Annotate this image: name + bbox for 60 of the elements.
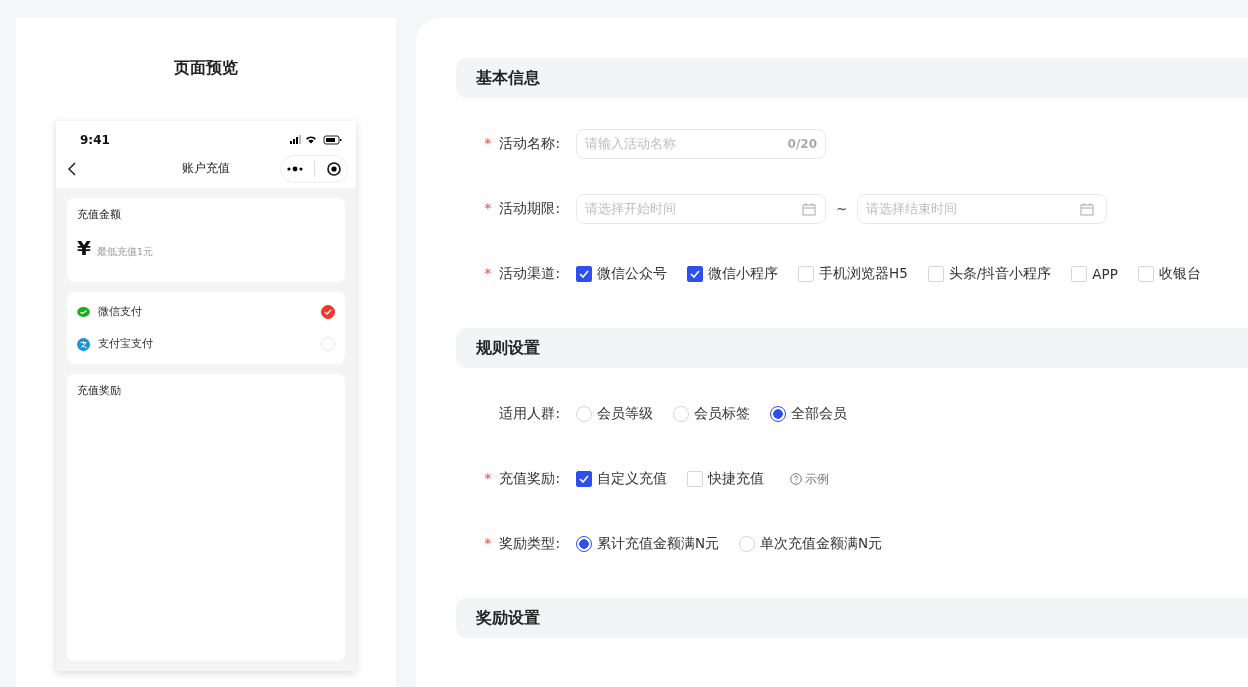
check-icon — [324, 309, 332, 315]
field-label: 活动期限: — [499, 200, 560, 216]
radio-button[interactable] — [576, 536, 592, 552]
chat-bubble-icon — [77, 305, 90, 319]
check-icon — [579, 270, 589, 278]
checkbox[interactable] — [576, 471, 592, 487]
payment-logo-icon — [77, 337, 90, 351]
option-label: APP — [1092, 266, 1118, 282]
checkbox[interactable] — [687, 266, 703, 282]
option-label: 微信小程序 — [708, 265, 778, 283]
example-link[interactable]: 示例 — [805, 470, 829, 488]
back-icon[interactable] — [68, 161, 76, 176]
option-label: 单次充值金额满N元 — [760, 535, 883, 553]
more-icon[interactable] — [286, 165, 303, 172]
option-label: 微信公众号 — [597, 265, 667, 283]
required-asterisk: * — [484, 200, 492, 216]
preview-title: 页面预览 — [174, 58, 238, 79]
section-header: 基本信息 — [456, 58, 1248, 98]
field-label: 适用人群: — [499, 405, 560, 421]
payment-radio[interactable] — [321, 305, 335, 319]
checkbox[interactable] — [576, 266, 592, 282]
status-icons — [290, 135, 344, 145]
field-label: 活动渠道: — [499, 265, 560, 281]
option-label: 会员标签 — [694, 405, 750, 423]
range-separator: ~ — [836, 201, 848, 217]
status-time: 9:41 — [80, 133, 110, 147]
payment-option: 微信支付 — [98, 305, 142, 319]
radio-button[interactable] — [770, 406, 786, 422]
option-label: 手机浏览器H5 — [819, 265, 908, 283]
amount-field[interactable]: 最低充值1元 — [96, 246, 153, 259]
card-title: 充值金额 — [77, 208, 122, 222]
section-header: 规则设置 — [456, 328, 1248, 368]
option-label: 收银台 — [1158, 265, 1201, 283]
required-asterisk: * — [484, 535, 492, 551]
required-asterisk: * — [484, 135, 492, 151]
currency-symbol: ¥ — [77, 236, 91, 260]
page-title: 账户充值 — [182, 160, 230, 177]
payment-option: 支付宝支付 — [98, 337, 153, 351]
option-label: 头条/抖音小程序 — [948, 265, 1052, 283]
option-label: 快捷充值 — [708, 470, 764, 488]
required-asterisk: * — [484, 470, 492, 486]
check-icon — [579, 475, 589, 483]
help-icon[interactable] — [790, 473, 802, 485]
card-title: 充值奖励 — [77, 384, 122, 398]
field-label: 奖励类型: — [499, 535, 560, 551]
calendar-icon — [802, 203, 816, 216]
field-label: 活动名称: — [499, 135, 560, 151]
start-date-field[interactable]: 请选择开始时间 — [576, 194, 826, 224]
option-label: 会员等级 — [597, 405, 653, 423]
capsule-button[interactable] — [280, 154, 348, 183]
check-icon — [690, 270, 700, 278]
calendar-icon — [1080, 203, 1094, 216]
section-header: 奖励设置 — [456, 598, 1248, 638]
field-label: 充值奖励: — [499, 470, 560, 486]
required-asterisk: * — [484, 265, 492, 281]
option-label: 全部会员 — [791, 405, 847, 423]
option-label: 累计充值金额满N元 — [597, 535, 720, 553]
option-label: 自定义充值 — [597, 470, 667, 488]
name-input[interactable]: 请输入活动名称 0/20 — [576, 129, 826, 159]
end-date-field[interactable]: 请选择结束时间 — [857, 194, 1108, 224]
